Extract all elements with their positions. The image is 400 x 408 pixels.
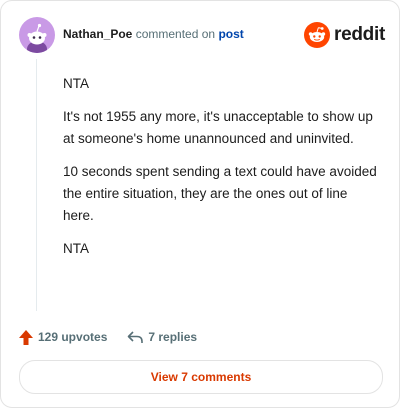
comment-header: Nathan_Poe commented on post reddit — [19, 17, 385, 53]
comment-paragraph: 10 seconds spent sending a text could ha… — [63, 164, 377, 223]
reddit-brand[interactable]: reddit — [304, 22, 385, 48]
upvote-count: 129 upvotes — [38, 330, 108, 344]
user-avatar[interactable] — [19, 17, 55, 53]
action-text: commented on — [135, 27, 216, 41]
view-comments-label: View 7 comments — [150, 370, 252, 384]
comment-body: NTA It's not 1955 any more, it's unaccep… — [63, 73, 379, 271]
reply-arrow-icon — [128, 331, 144, 343]
view-comments-button[interactable]: View 7 comments — [19, 360, 383, 394]
thread-line — [36, 59, 37, 311]
upvote-arrow-icon — [19, 329, 33, 345]
comment-paragraph: NTA — [63, 241, 89, 256]
post-link[interactable]: post — [218, 27, 243, 41]
username-link[interactable]: Nathan_Poe — [63, 27, 132, 41]
upvote-button[interactable]: 129 upvotes — [19, 329, 108, 345]
comment-paragraph: NTA — [63, 76, 89, 91]
comment-paragraph: It's not 1955 any more, it's unacceptabl… — [63, 109, 373, 146]
reddit-logo-icon — [304, 22, 331, 48]
comment-actions: 129 upvotes 7 replies — [19, 327, 217, 347]
reply-count: 7 replies — [148, 330, 198, 344]
comment-card: Nathan_Poe commented on post reddit NTA … — [0, 0, 400, 408]
brand-wordmark: reddit — [334, 24, 385, 45]
byline: Nathan_Poe commented on post — [63, 27, 244, 41]
snoo-avatar-icon — [27, 23, 47, 53]
replies-button[interactable]: 7 replies — [127, 330, 197, 344]
